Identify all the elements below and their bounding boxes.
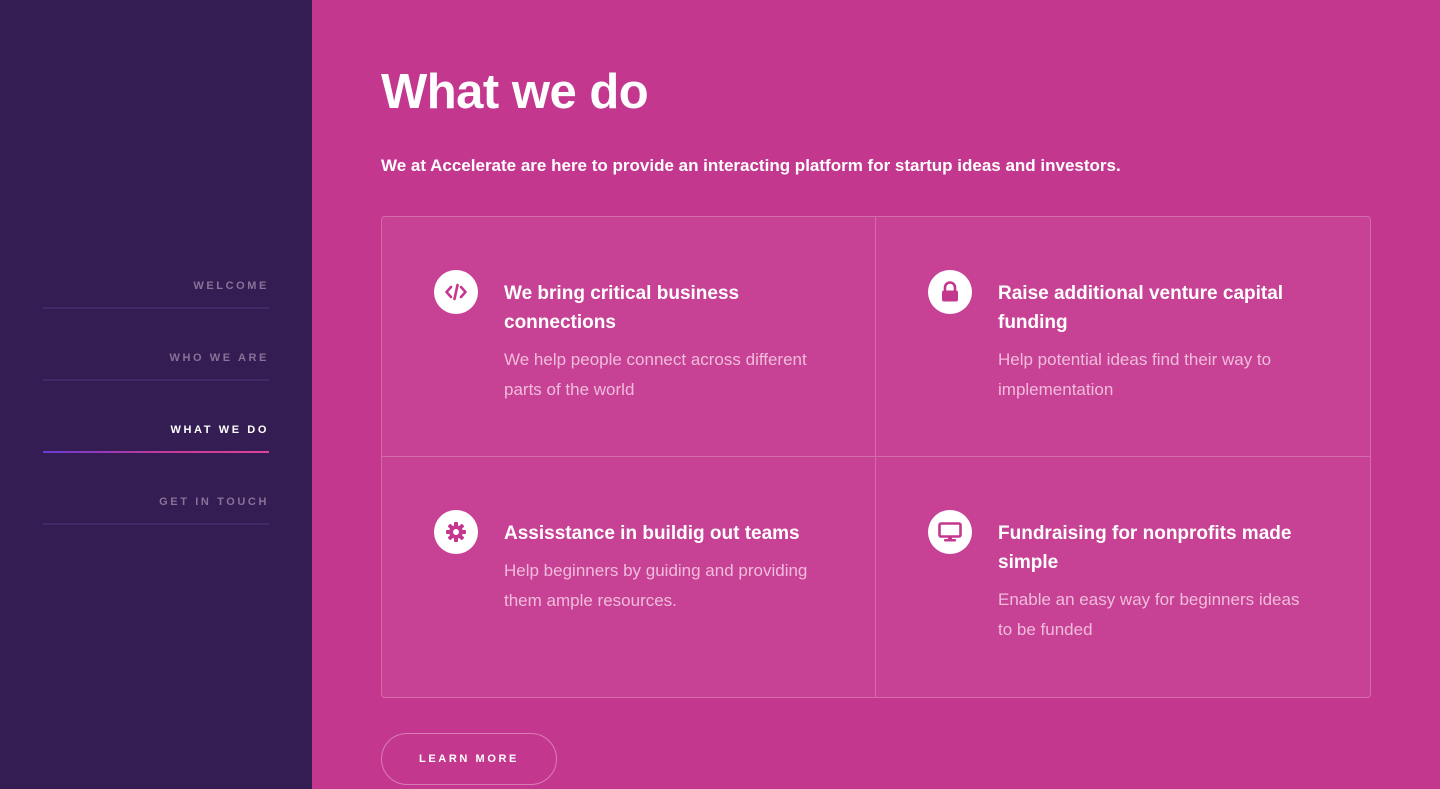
nav-item-what-we-do[interactable]: WHAT WE DO [43,406,269,478]
learn-more-button[interactable]: LEARN MORE [381,733,557,785]
page-title: What we do [381,65,649,119]
nav-item-label: WHAT WE DO [170,424,269,436]
nav-item-get-in-touch[interactable]: GET IN TOUCH [43,478,269,550]
service-card: Raise additional venture capital funding… [876,217,1370,457]
service-title: Fundraising for nonprofits made simple [998,523,1292,573]
code-icon [434,270,478,314]
monitor-icon [928,510,972,554]
nav-item-underline [43,307,269,309]
sidebar-nav: WELCOME WHO WE ARE WHAT WE DO GET IN TOU… [43,262,269,550]
nav-item-who-we-are[interactable]: WHO WE ARE [43,334,269,406]
main-content: What we do We at Accelerate are here to … [312,0,1440,789]
service-card: Assisstance in buildig out teams Help be… [382,457,876,697]
nav-item-underline [43,451,269,453]
service-description: Help potential ideas find their way to i… [998,350,1272,399]
nav-item-label: WELCOME [193,280,269,292]
nav-item-welcome[interactable]: WELCOME [43,262,269,334]
lock-icon [928,270,972,314]
service-title: Assisstance in buildig out teams [504,523,800,544]
service-card: We bring critical business connections W… [382,217,876,457]
service-description: Help beginners by guiding and providing … [504,561,808,610]
service-title: We bring critical business connections [504,283,740,333]
nav-item-label: WHO WE ARE [169,352,269,364]
service-description: We help people connect across different … [504,350,807,399]
sidebar: WELCOME WHO WE ARE WHAT WE DO GET IN TOU… [0,0,312,789]
service-title: Raise additional venture capital funding [998,283,1284,333]
gear-icon [434,510,478,554]
service-card: Fundraising for nonprofits made simple E… [876,457,1370,697]
nav-item-underline [43,379,269,381]
nav-item-underline [43,523,269,525]
intro-text: We at Accelerate are here to provide an … [381,156,1121,175]
services-grid: We bring critical business connections W… [381,216,1371,698]
service-description: Enable an easy way for beginners ideas t… [998,590,1300,639]
nav-item-label: GET IN TOUCH [159,496,269,508]
